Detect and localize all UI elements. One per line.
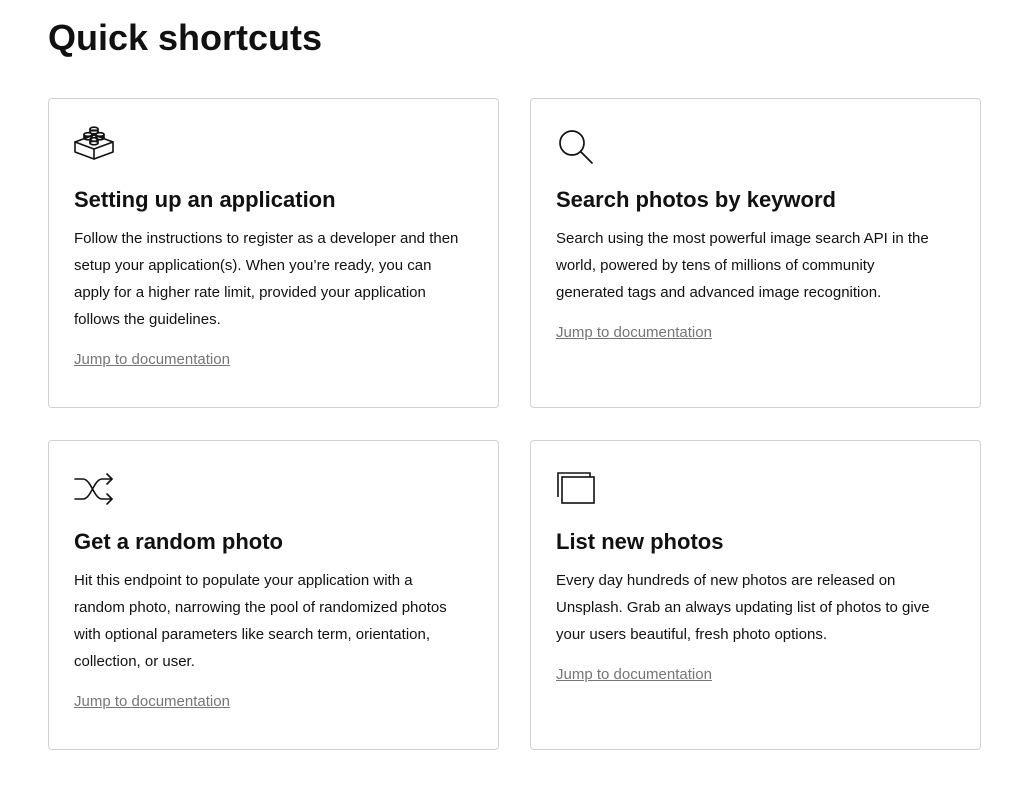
page-title: Quick shortcuts bbox=[48, 17, 323, 58]
card-title: Search photos by keyword bbox=[556, 187, 836, 212]
card-description: Hit this endpoint to populate your appli… bbox=[74, 572, 447, 670]
jump-to-documentation-link[interactable]: Jump to documentation bbox=[556, 322, 712, 344]
jump-to-documentation-link[interactable]: Jump to documentation bbox=[556, 664, 712, 686]
shortcut-card-random-photo: Get a random photo Hit this endpoint to … bbox=[48, 440, 499, 750]
shuffle-icon bbox=[72, 467, 116, 511]
card-title: Get a random photo bbox=[74, 529, 283, 554]
shortcut-card-list-new-photos: List new photos Every day hundreds of ne… bbox=[530, 440, 981, 750]
card-description: Every day hundreds of new photos are rel… bbox=[556, 572, 930, 643]
card-title: List new photos bbox=[556, 529, 724, 554]
card-title: Setting up an application bbox=[74, 187, 336, 212]
lego-brick-icon bbox=[72, 125, 116, 169]
shortcut-card-search-photos: Search photos by keyword Search using th… bbox=[530, 98, 981, 408]
search-icon bbox=[554, 125, 598, 169]
jump-to-documentation-link[interactable]: Jump to documentation bbox=[74, 349, 230, 371]
card-description: Follow the instructions to register as a… bbox=[74, 230, 459, 328]
card-description: Search using the most powerful image sea… bbox=[556, 230, 929, 301]
shortcut-card-setting-up: Setting up an application Follow the ins… bbox=[48, 98, 499, 408]
jump-to-documentation-link[interactable]: Jump to documentation bbox=[74, 691, 230, 713]
stacked-windows-icon bbox=[554, 467, 598, 511]
